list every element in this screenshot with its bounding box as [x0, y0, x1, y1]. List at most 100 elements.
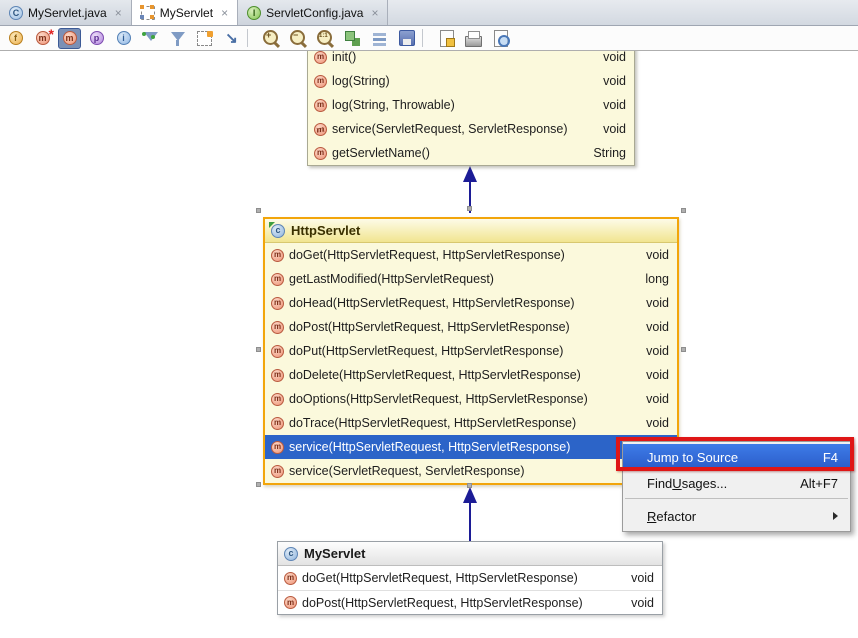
method-icon: m — [271, 417, 284, 430]
toolbar-icon — [423, 31, 431, 45]
selection-handle[interactable] — [256, 482, 261, 487]
menu-item-find-usages[interactable]: Find Usages... Alt+F7 — [623, 470, 850, 496]
print-button[interactable] — [462, 28, 485, 49]
method-icon: m — [271, 441, 284, 454]
fit-content-button[interactable] — [341, 28, 364, 49]
inheritance-arrow-head — [463, 166, 477, 182]
toolbar-items: f m m p i ↘ + − — [4, 28, 512, 49]
method-icon: m — [271, 369, 284, 382]
method-row[interactable]: m doPut(HttpServletRequest, HttpServletR… — [265, 339, 677, 363]
method-row[interactable]: m doPost(HttpServletRequest, HttpServlet… — [278, 590, 662, 614]
method-signature: getLastModified(HttpServletRequest) — [289, 272, 494, 286]
method-row[interactable]: m doDelete(HttpServletRequest, HttpServl… — [265, 363, 677, 387]
node-header[interactable]: c MyServlet — [278, 542, 662, 566]
tab-myservlet-diagram[interactable]: MyServlet × — [132, 0, 238, 25]
selection-mode-button[interactable] — [193, 28, 216, 49]
file-type-icon — [141, 6, 155, 20]
node-header[interactable]: c HttpServlet — [265, 219, 677, 243]
node-title: HttpServlet — [291, 223, 360, 238]
show-properties-button[interactable]: p — [85, 28, 108, 49]
file-type-icon-letter: I — [253, 8, 256, 18]
dependencies-filter-button[interactable] — [166, 28, 189, 49]
inheritance-arrow[interactable] — [469, 503, 471, 541]
method-signature: doGet(HttpServletRequest, HttpServletRes… — [302, 571, 578, 585]
menu-separator[interactable] — [625, 498, 848, 501]
toolbar-separator[interactable] — [422, 28, 431, 49]
diagram-toolbar: f m m p i ↘ + − — [0, 26, 858, 51]
method-row[interactable]: m log(String, Throwable) void — [308, 93, 634, 117]
menu-item-mnemonic: U — [672, 476, 681, 491]
method-row[interactable]: m doPost(HttpServletRequest, HttpServlet… — [265, 315, 677, 339]
method-return-type: void — [625, 571, 654, 585]
save-diagram-button[interactable] — [395, 28, 418, 49]
method-icon-letter: m — [274, 347, 281, 355]
actual-size-button[interactable]: 1:1 — [314, 28, 337, 49]
method-icon: m — [271, 249, 284, 262]
selection-handle[interactable] — [256, 208, 261, 213]
menu-item-refactor[interactable]: Refactor — [623, 503, 850, 529]
editor-tab-bar: C MyServlet.java × MyServlet × I Servlet… — [0, 0, 858, 26]
selection-handle[interactable] — [681, 208, 686, 213]
method-icon: m — [314, 75, 327, 88]
toolbar-separator[interactable] — [247, 28, 256, 49]
method-row[interactable]: m doHead(HttpServletRequest, HttpServlet… — [265, 291, 677, 315]
node-title: MyServlet — [304, 546, 365, 561]
method-icon-letter: m — [274, 275, 281, 283]
tab-myservlet-java[interactable]: C MyServlet.java × — [0, 0, 132, 25]
method-signature: log(String, Throwable) — [332, 98, 455, 112]
tab-label: MyServlet.java — [28, 6, 107, 20]
selection-handle[interactable] — [467, 483, 472, 488]
method-row[interactable]: m log(String) void — [308, 69, 634, 93]
method-icon-letter: m — [317, 149, 324, 157]
method-row[interactable]: m service(ServletRequest, ServletRespons… — [308, 117, 634, 141]
apply-layout-button[interactable] — [368, 28, 391, 49]
visibility-filter-button[interactable] — [139, 28, 162, 49]
uml-diagram-screen: m init() void m log(String) void m log(S… — [0, 0, 858, 638]
file-type-icon: I — [247, 6, 261, 20]
method-row[interactable]: m doTrace(HttpServletRequest, HttpServle… — [265, 411, 677, 435]
method-row[interactable]: m doOptions(HttpServletRequest, HttpServ… — [265, 387, 677, 411]
class-icon-letter: c — [275, 226, 280, 235]
class-icon-letter: c — [288, 549, 293, 558]
method-icon: m — [314, 147, 327, 160]
show-fields-button[interactable]: f — [4, 28, 27, 49]
method-icon-letter: m — [274, 323, 281, 331]
method-list: m init() void m log(String) void m log(S… — [308, 45, 634, 165]
tab-label: ServletConfig.java — [266, 6, 363, 20]
zoom-in-button[interactable]: + — [260, 28, 283, 49]
method-signature: service(ServletRequest, ServletResponse) — [332, 122, 568, 136]
toolbar-icon: m — [63, 31, 77, 45]
method-icon: m — [284, 572, 297, 585]
toolbar-icon — [248, 31, 256, 45]
preview-button[interactable] — [489, 28, 512, 49]
method-return-type: void — [597, 50, 626, 64]
method-row[interactable]: m doGet(HttpServletRequest, HttpServletR… — [278, 566, 662, 590]
close-tab-icon[interactable]: × — [115, 7, 122, 19]
method-icon: m — [314, 99, 327, 112]
zoom-out-button[interactable]: − — [287, 28, 310, 49]
method-return-type: void — [597, 122, 626, 136]
inheritance-arrow-head — [463, 487, 477, 503]
show-methods-button[interactable]: m — [58, 28, 81, 49]
selection-handle[interactable] — [256, 347, 261, 352]
show-constructors-button[interactable]: m — [31, 28, 54, 49]
method-return-type: long — [639, 272, 669, 286]
method-signature: doPut(HttpServletRequest, HttpServletRes… — [289, 344, 563, 358]
edge-mode-button[interactable]: ↘ — [220, 28, 243, 49]
method-row[interactable]: m getServletName() String — [308, 141, 634, 165]
selection-handle[interactable] — [681, 347, 686, 352]
toolbar-icon: f — [9, 31, 23, 45]
export-to-file-button[interactable] — [435, 28, 458, 49]
close-tab-icon[interactable]: × — [371, 7, 378, 19]
method-icon-letter: m — [274, 299, 281, 307]
tab-servletconfig-java[interactable]: I ServletConfig.java × — [238, 0, 388, 25]
class-node-myservlet[interactable]: c MyServlet m doGet(HttpServletRequest, … — [277, 541, 663, 615]
method-icon-letter: m — [274, 419, 281, 427]
close-tab-icon[interactable]: × — [221, 7, 228, 19]
selection-handle[interactable] — [467, 206, 472, 211]
class-node-partial[interactable]: m init() void m log(String) void m log(S… — [307, 44, 635, 166]
method-row[interactable]: m getLastModified(HttpServletRequest) lo… — [265, 267, 677, 291]
show-inner-classes-button[interactable]: i — [112, 28, 135, 49]
method-icon-letter: m — [274, 371, 281, 379]
method-row[interactable]: m doGet(HttpServletRequest, HttpServletR… — [265, 243, 677, 267]
